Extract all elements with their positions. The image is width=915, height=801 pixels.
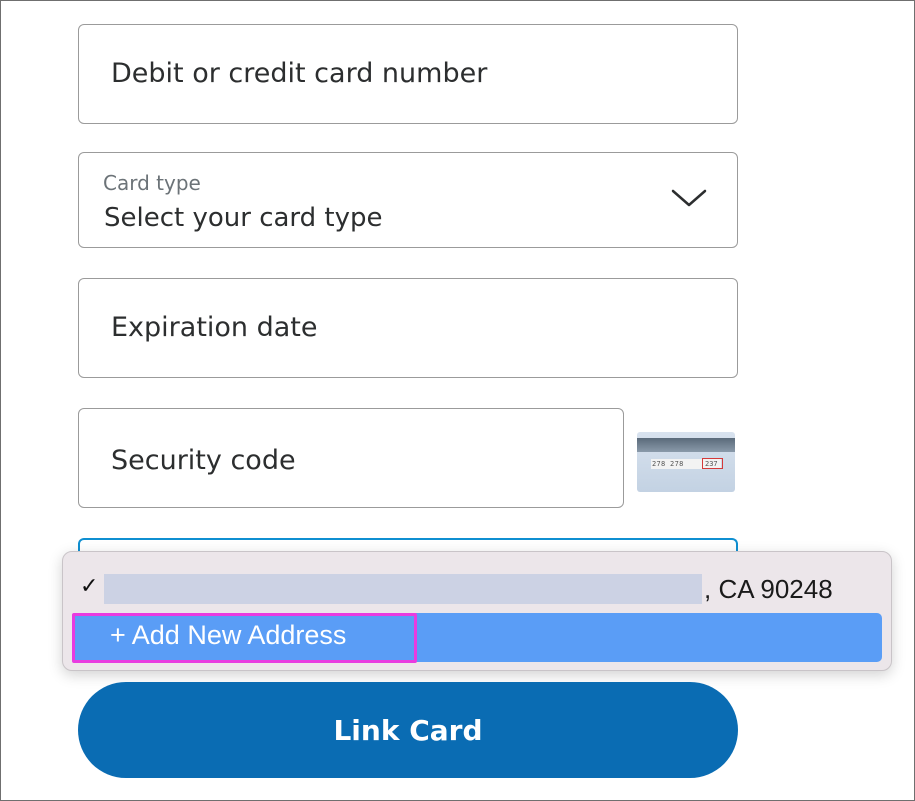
card-type-select[interactable]: Card type Select your card type	[78, 152, 738, 248]
address-option-selected[interactable]: ✓ , CA 90248	[63, 570, 891, 608]
cvv-highlight-box	[702, 458, 723, 469]
checkmark-icon: ✓	[80, 574, 99, 599]
card-type-value: Select your card type	[104, 203, 383, 233]
magnetic-strip	[637, 438, 735, 452]
chevron-down-icon	[671, 189, 707, 207]
card-number-field[interactable]: Debit or credit card number	[78, 24, 738, 124]
security-code-field[interactable]: Security code	[78, 408, 624, 508]
address-option-suffix: , CA 90248	[704, 574, 833, 604]
redacted-address	[104, 574, 702, 604]
card-type-label: Card type	[103, 171, 201, 195]
card-back-numbers: 278 278	[652, 460, 684, 468]
security-code-placeholder: Security code	[111, 445, 296, 476]
card-back-cvv-image: 278 278 237	[637, 432, 735, 492]
expiration-date-field[interactable]: Expiration date	[78, 278, 738, 378]
link-card-button[interactable]: Link Card	[78, 682, 738, 778]
card-number-placeholder: Debit or credit card number	[111, 58, 488, 89]
annotation-highlight-box	[72, 613, 417, 663]
expiration-date-placeholder: Expiration date	[111, 312, 318, 343]
